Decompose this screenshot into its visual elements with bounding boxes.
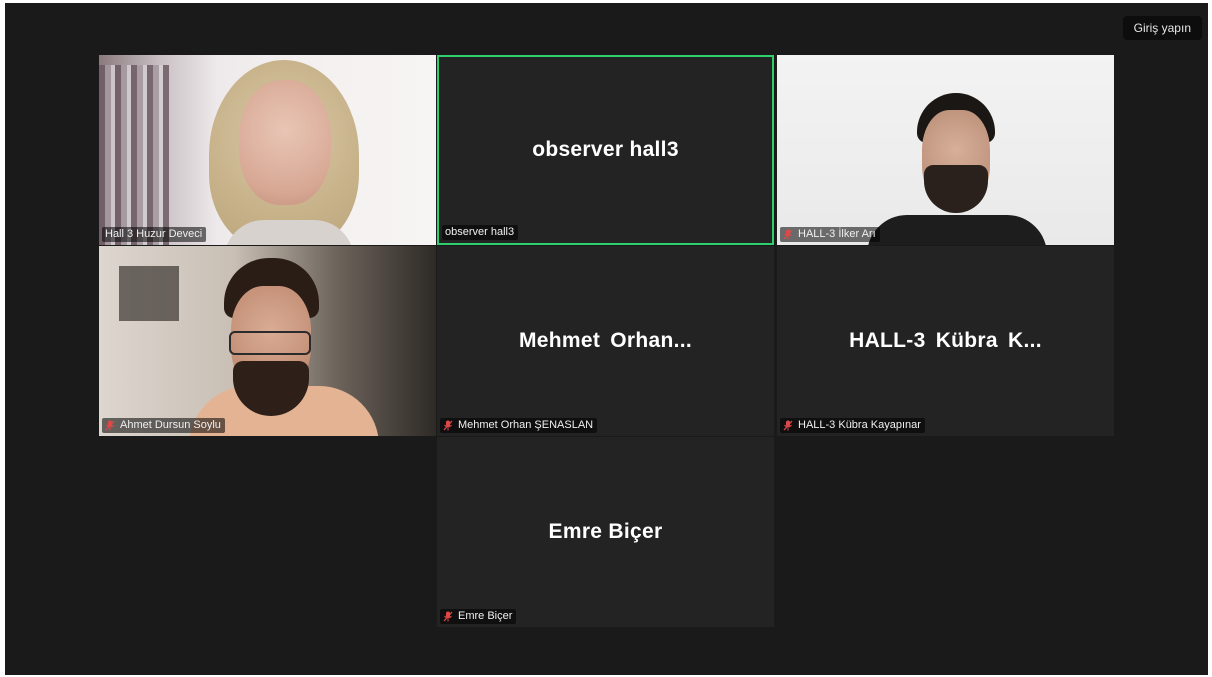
participant-tile-ilker-ari[interactable]: HALL-3 İlker Arı bbox=[777, 55, 1114, 245]
participant-display-name: Mehmet Orhan... bbox=[518, 329, 693, 352]
muted-microphone-icon bbox=[783, 229, 793, 240]
participant-video bbox=[99, 55, 436, 245]
participant-display-name: observer hall3 bbox=[532, 138, 679, 161]
participant-name-label: Ahmet Dursun Soylu bbox=[102, 418, 225, 433]
participant-tile-observer-hall3[interactable]: observer hall3 observer hall3 bbox=[437, 55, 774, 245]
muted-microphone-icon bbox=[105, 420, 115, 431]
participant-video bbox=[777, 55, 1114, 245]
participant-name-label: Mehmet Orhan ŞENASLAN bbox=[440, 418, 598, 433]
participant-tile-mehmet-orhan-senaslan[interactable]: Mehmet Orhan... Mehmet Orhan ŞENASLAN bbox=[437, 246, 774, 436]
muted-microphone-icon bbox=[443, 420, 453, 431]
muted-microphone-icon bbox=[443, 611, 453, 622]
participant-name: observer hall3 bbox=[445, 226, 515, 238]
participant-tile-emre-bicer[interactable]: Emre Biçer Emre Biçer bbox=[437, 437, 774, 627]
participant-display-name: Emre Biçer bbox=[548, 520, 663, 543]
participant-name-label: HALL-3 Kübra Kayapınar bbox=[780, 418, 925, 433]
participant-name-label: HALL-3 İlker Arı bbox=[780, 227, 880, 242]
participant-display-name: HALL-3 Kübra K... bbox=[849, 329, 1042, 352]
muted-microphone-icon bbox=[783, 420, 793, 431]
participant-name: Ahmet Dursun Soylu bbox=[120, 419, 221, 431]
participant-name: HALL-3 İlker Arı bbox=[798, 228, 876, 240]
participant-name: HALL-3 Kübra Kayapınar bbox=[798, 419, 921, 431]
participant-name: Emre Biçer bbox=[458, 610, 513, 622]
meeting-window: Giriş yapın Hall 3 Huzur Deveci observer… bbox=[5, 3, 1208, 675]
participant-name-label: Hall 3 Huzur Deveci bbox=[102, 227, 207, 242]
participant-video bbox=[99, 246, 436, 436]
participant-name-label: observer hall3 bbox=[442, 225, 519, 240]
participant-tile-ahmet-dursun-soylu[interactable]: Ahmet Dursun Soylu bbox=[99, 246, 436, 436]
sign-in-button[interactable]: Giriş yapın bbox=[1122, 16, 1202, 40]
participant-name: Mehmet Orhan ŞENASLAN bbox=[458, 419, 594, 431]
participant-name: Hall 3 Huzur Deveci bbox=[105, 228, 203, 240]
participant-name-label: Emre Biçer bbox=[440, 609, 517, 624]
participant-tile-huzur-deveci[interactable]: Hall 3 Huzur Deveci bbox=[99, 55, 436, 245]
participant-tile-kubra-kayapinar[interactable]: HALL-3 Kübra K... HALL-3 Kübra Kayapınar bbox=[777, 246, 1114, 436]
